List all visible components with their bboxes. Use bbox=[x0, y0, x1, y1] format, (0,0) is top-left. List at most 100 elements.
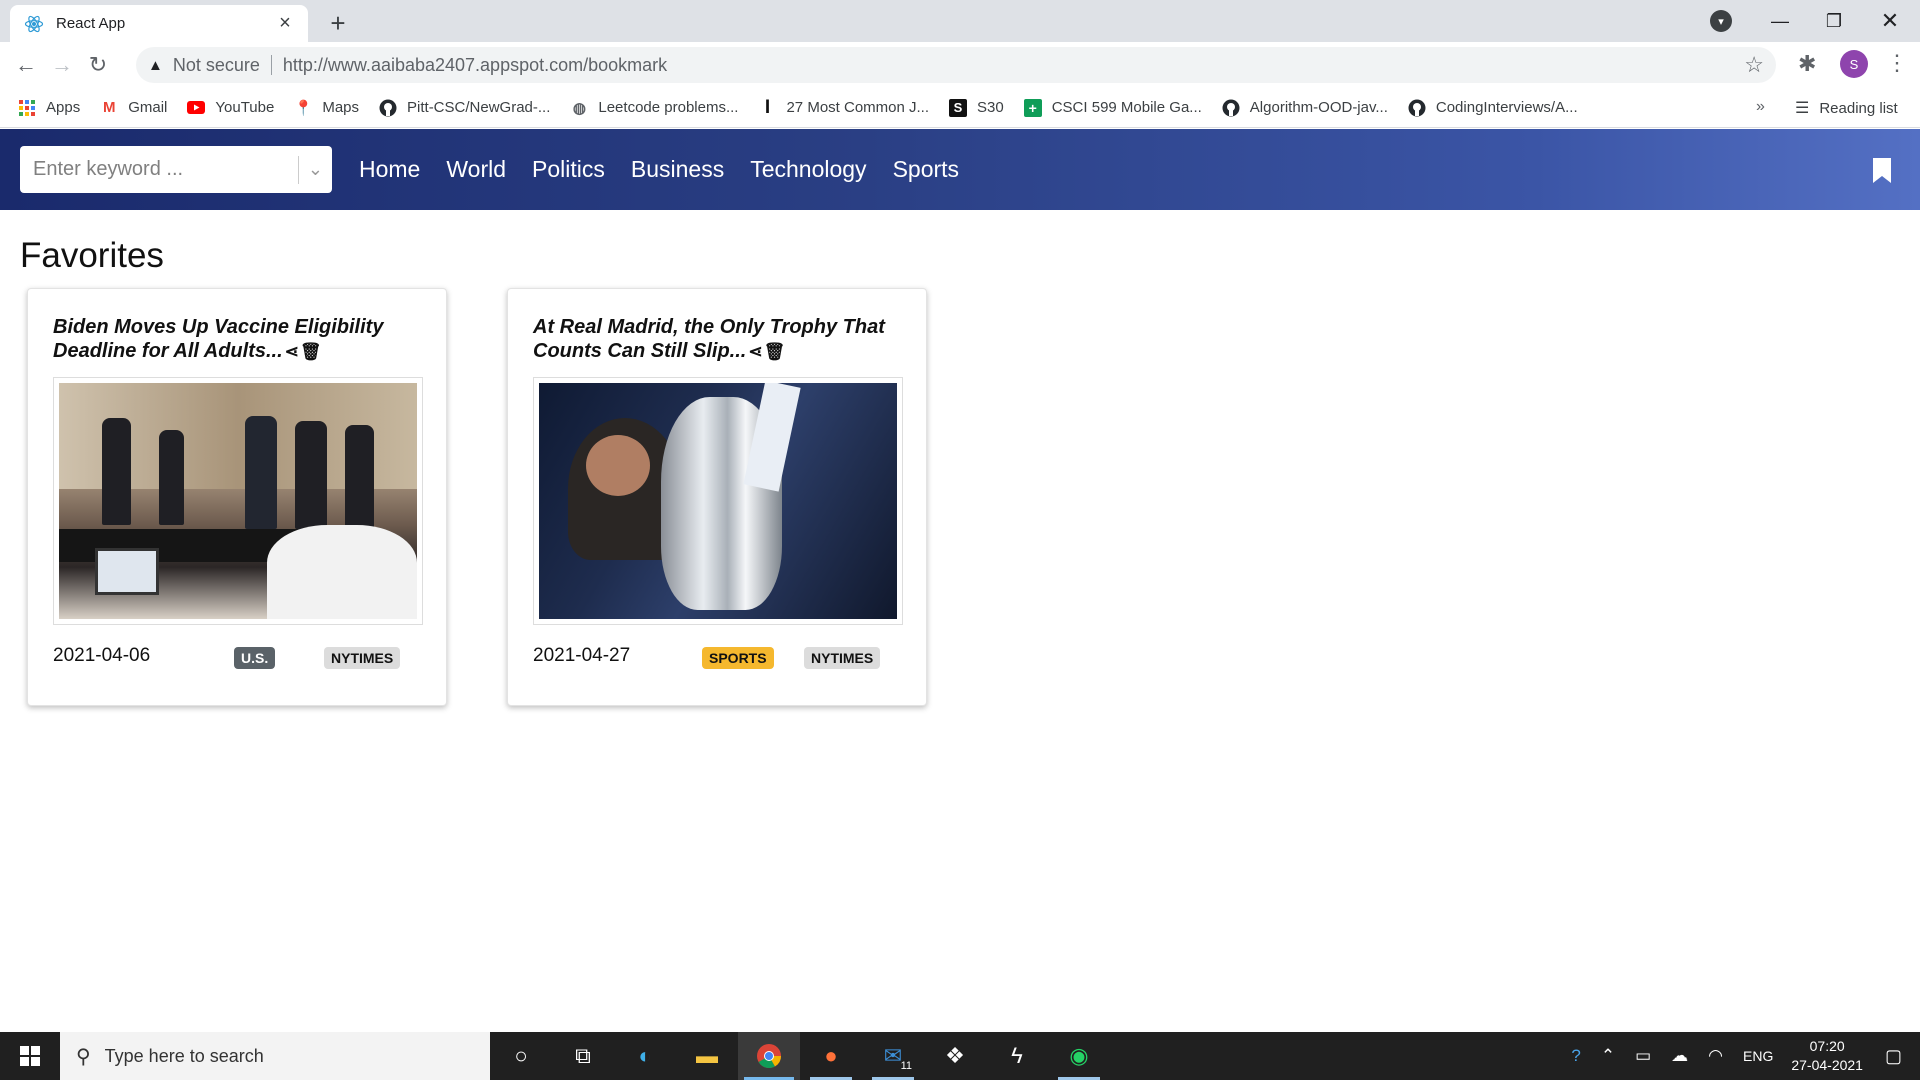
bookmark-algorithm-ood[interactable]: Algorithm-OOD-jav... bbox=[1222, 99, 1388, 117]
card-image bbox=[53, 377, 423, 625]
card-headline[interactable]: At Real Madrid, the Only Trophy That Cou… bbox=[533, 315, 903, 364]
warning-triangle-icon: ▲ bbox=[148, 56, 163, 74]
mail-icon[interactable]: ✉ 11 bbox=[862, 1032, 924, 1080]
chevron-up-icon[interactable]: ⌃ bbox=[1601, 1046, 1615, 1066]
page-title: Favorites bbox=[20, 236, 164, 275]
taskbar-search-placeholder: Type here to search bbox=[104, 1045, 264, 1066]
close-tab-icon[interactable]: × bbox=[274, 12, 296, 35]
language-indicator[interactable]: ENG bbox=[1743, 1048, 1773, 1064]
share-icon[interactable]: ⋖ bbox=[285, 340, 299, 364]
news-photo bbox=[59, 383, 417, 619]
bookmark-label: Pitt-CSC/NewGrad-... bbox=[407, 99, 551, 116]
bookmark-star-icon[interactable]: ☆ bbox=[1744, 52, 1764, 78]
bookmark-leetcode[interactable]: ◍ Leetcode problems... bbox=[570, 99, 739, 117]
file-explorer-icon[interactable]: ▬ bbox=[676, 1032, 738, 1080]
minimize-icon[interactable]: — bbox=[1752, 6, 1808, 36]
reload-icon[interactable]: ↻ bbox=[80, 47, 116, 83]
bookmark-pitt-csc[interactable]: Pitt-CSC/NewGrad-... bbox=[379, 99, 550, 117]
keyword-search-select[interactable]: ⌄ bbox=[20, 146, 332, 193]
bookmark-gmail[interactable]: M Gmail bbox=[100, 99, 167, 117]
system-tray: ? ⌃ ▭ ☁ ◠ ENG 07:20 27-04-2021 ▢ bbox=[1561, 1032, 1920, 1080]
notifications-icon[interactable]: ▢ bbox=[1885, 1046, 1902, 1067]
address-bar[interactable]: ▲ Not secure http://www.aaibaba2407.apps… bbox=[136, 47, 1776, 83]
profile-avatar[interactable]: S bbox=[1840, 50, 1868, 78]
bookmark-label: Leetcode problems... bbox=[598, 99, 739, 116]
nav-business[interactable]: Business bbox=[618, 156, 737, 183]
tab-search-icon[interactable]: ▾ bbox=[1710, 10, 1732, 32]
url-text[interactable]: http://www.aaibaba2407.appspot.com/bookm… bbox=[283, 55, 1744, 76]
tab-title: React App bbox=[56, 15, 126, 32]
app-navbar: ⌄ Home World Politics Business Technolog… bbox=[0, 129, 1920, 210]
keyword-search-input[interactable] bbox=[33, 158, 298, 181]
bookmark-maps[interactable]: 📍 Maps bbox=[294, 99, 359, 117]
nav-technology[interactable]: Technology bbox=[737, 156, 879, 183]
nav-politics[interactable]: Politics bbox=[519, 156, 618, 183]
chrome-menu-icon[interactable]: ⋮ bbox=[1886, 50, 1908, 76]
chevron-down-icon[interactable]: ⌄ bbox=[299, 159, 332, 180]
new-tab-icon[interactable]: + bbox=[325, 8, 351, 39]
bookmark-youtube[interactable]: YouTube bbox=[187, 99, 274, 117]
nav-home[interactable]: Home bbox=[346, 156, 433, 183]
dropbox-icon[interactable]: ❖ bbox=[924, 1032, 986, 1080]
reading-list-button[interactable]: ☰ Reading list bbox=[1795, 98, 1898, 118]
headline-text: At Real Madrid, the Only Trophy That Cou… bbox=[533, 316, 885, 362]
omnibox-divider bbox=[270, 55, 272, 75]
reading-list-icon: ☰ bbox=[1795, 100, 1810, 117]
youtube-icon bbox=[187, 99, 206, 117]
search-icon: ⚲ bbox=[76, 1045, 91, 1068]
react-icon bbox=[24, 14, 44, 34]
share-icon[interactable]: ⋖ bbox=[748, 340, 762, 364]
clock-date: 27-04-2021 bbox=[1791, 1057, 1863, 1073]
gmail-icon: M bbox=[102, 99, 116, 116]
browser-tab[interactable]: React App × bbox=[10, 5, 308, 42]
bookmark-csci-599[interactable]: + CSCI 599 Mobile Ga... bbox=[1023, 98, 1202, 117]
nav-world[interactable]: World bbox=[433, 156, 519, 183]
bookmark-label: YouTube bbox=[215, 99, 275, 116]
indeed-icon: I bbox=[764, 96, 771, 118]
help-icon[interactable]: ? bbox=[1571, 1046, 1580, 1066]
back-arrow-icon[interactable]: ← bbox=[8, 47, 44, 83]
bookmark-label: 27 Most Common J... bbox=[786, 99, 930, 116]
clock-time: 07:20 bbox=[1809, 1038, 1845, 1054]
browser-tab-strip: React App × + ▾ — ❐ ✕ bbox=[0, 0, 1920, 42]
bookmark-label: Algorithm-OOD-jav... bbox=[1249, 99, 1388, 116]
taskbar-search-box[interactable]: ⚲ Type here to search bbox=[60, 1032, 490, 1080]
bookmark-label: S30 bbox=[977, 99, 1004, 116]
windows-start-icon[interactable] bbox=[0, 1032, 60, 1080]
nav-sports[interactable]: Sports bbox=[880, 156, 972, 183]
whatsapp-icon[interactable]: ◉ bbox=[1048, 1032, 1110, 1080]
cortana-icon[interactable]: ○ bbox=[490, 1032, 552, 1080]
bookmark-apps[interactable]: Apps bbox=[18, 99, 80, 117]
firefox-icon[interactable]: ● bbox=[800, 1032, 862, 1080]
s30-icon: S bbox=[949, 98, 968, 117]
nav-links: Home World Politics Business Technology … bbox=[346, 156, 972, 183]
bookmark-label: Apps bbox=[46, 99, 81, 116]
maps-pin-icon: 📍 bbox=[293, 99, 313, 117]
clock[interactable]: 07:20 27-04-2021 bbox=[1791, 1037, 1863, 1075]
window-close-icon[interactable]: ✕ bbox=[1862, 6, 1918, 36]
restore-icon[interactable]: ❐ bbox=[1806, 6, 1862, 36]
edge-icon[interactable]: ◐ bbox=[614, 1032, 676, 1080]
forward-arrow-icon[interactable]: → bbox=[44, 47, 80, 83]
bookmark-icon[interactable] bbox=[1872, 157, 1892, 184]
task-view-icon[interactable]: ⧉ bbox=[552, 1032, 614, 1080]
bookmarks-overflow-icon[interactable]: » bbox=[1756, 98, 1765, 116]
source-badge: NYTIMES bbox=[804, 647, 881, 669]
battery-icon[interactable]: ▭ bbox=[1635, 1046, 1651, 1066]
onedrive-cloud-icon[interactable]: ☁ bbox=[1671, 1046, 1688, 1066]
bookmark-27-most-common[interactable]: I 27 Most Common J... bbox=[758, 96, 930, 118]
trash-icon[interactable]: 🗑 bbox=[764, 340, 786, 364]
bookmark-coding-interviews[interactable]: CodingInterviews/A... bbox=[1408, 99, 1578, 117]
wifi-icon[interactable]: ◠ bbox=[1708, 1046, 1723, 1066]
bolt-app-icon[interactable]: ϟ bbox=[986, 1032, 1048, 1080]
bookmark-s30[interactable]: S S30 bbox=[949, 98, 1004, 117]
favorite-card[interactable]: Biden Moves Up Vaccine Eligibility Deadl… bbox=[27, 288, 447, 706]
card-date: 2021-04-27 bbox=[533, 645, 631, 666]
headline-text: Biden Moves Up Vaccine Eligibility Deadl… bbox=[53, 316, 384, 362]
chrome-icon[interactable] bbox=[738, 1032, 800, 1080]
security-label[interactable]: Not secure bbox=[173, 55, 260, 76]
extensions-puzzle-icon[interactable]: ✱ bbox=[1798, 51, 1816, 77]
card-headline[interactable]: Biden Moves Up Vaccine Eligibility Deadl… bbox=[53, 315, 423, 364]
favorite-card[interactable]: At Real Madrid, the Only Trophy That Cou… bbox=[507, 288, 927, 706]
trash-icon[interactable]: 🗑 bbox=[300, 340, 322, 364]
